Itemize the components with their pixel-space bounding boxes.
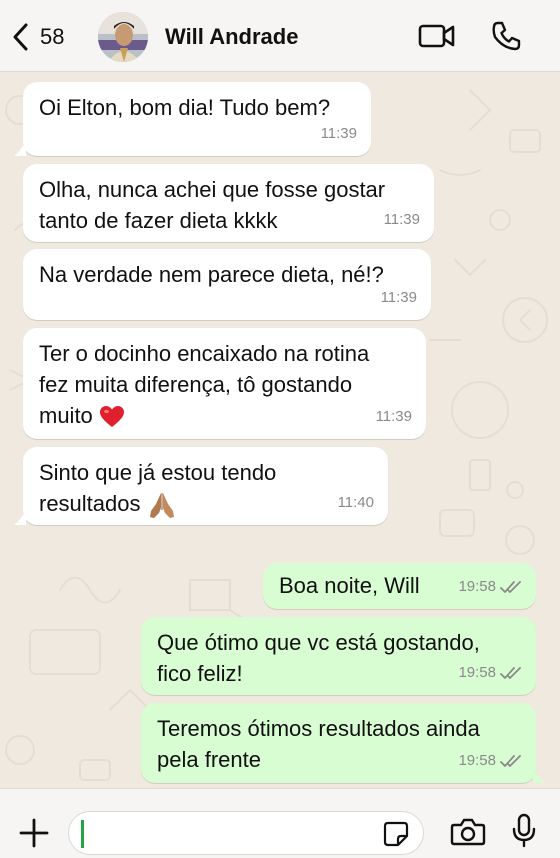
message-time: 11:40 — [337, 494, 374, 511]
message-text: Olha, nunca achei que fosse gostar — [39, 177, 386, 202]
message-text: Na verdade nem parece dieta, né!? — [39, 262, 384, 287]
message-text: Ter o docinho encaixado na rotina — [39, 341, 370, 366]
composer-bar — [0, 788, 560, 858]
outgoing-message[interactable]: Teremos ótimos resultados ainda pela fre… — [141, 703, 545, 783]
bubble-tail — [14, 140, 26, 156]
message-time: 11:39 — [320, 125, 357, 142]
outgoing-message[interactable]: Boa noite, Will 19:58 — [263, 563, 536, 609]
double-check-icon — [500, 666, 521, 679]
incoming-message[interactable]: Oi Elton, bom dia! Tudo bem? 11:39 — [14, 82, 371, 156]
back-button[interactable]: 58 — [10, 20, 64, 54]
message-input[interactable] — [68, 811, 424, 855]
video-call-button[interactable] — [418, 20, 456, 57]
outgoing-message[interactable]: Que ótimo que vc está gostando, fico fel… — [141, 617, 536, 695]
message-time: 19:58 — [458, 664, 496, 681]
bubble-tail — [14, 509, 26, 525]
plus-icon — [19, 818, 49, 848]
message-text: fez muita diferença, tô gostando — [39, 372, 353, 397]
camera-icon — [450, 818, 486, 846]
double-check-icon — [500, 754, 521, 767]
incoming-message[interactable]: Sinto que já estou tendo resultados 11:4… — [14, 447, 388, 525]
message-time: 19:58 — [458, 578, 496, 595]
text-caret — [81, 820, 84, 848]
message-text: Que ótimo que vc está gostando, — [157, 630, 480, 655]
message-time: 11:39 — [383, 211, 420, 228]
message-time: 19:58 — [458, 752, 496, 769]
heart-emoji — [99, 406, 124, 428]
unread-count: 58 — [40, 24, 65, 49]
microphone-button[interactable] — [510, 813, 538, 854]
message-time: 11:39 — [375, 408, 412, 425]
incoming-message[interactable]: Olha, nunca achei que fosse gostar tanto… — [23, 164, 434, 242]
message-text: muito — [39, 403, 93, 428]
sticker-button[interactable] — [383, 821, 409, 852]
message-text: Sinto que já estou tendo — [39, 460, 277, 485]
chat-header: 58 Will Andrade — [0, 0, 560, 72]
message-text: tanto de fazer dieta kkkk — [39, 208, 278, 233]
video-call-icon — [418, 24, 455, 48]
incoming-message[interactable]: Ter o docinho encaixado na rotina fez mu… — [23, 328, 426, 439]
attach-button[interactable] — [18, 817, 50, 854]
message-text: resultados — [39, 491, 141, 516]
sticker-icon — [383, 821, 409, 847]
voice-call-button[interactable] — [490, 20, 522, 57]
message-text: Teremos ótimos resultados ainda — [157, 716, 480, 741]
phone-icon — [492, 21, 521, 51]
microphone-icon — [512, 813, 536, 848]
avatar[interactable] — [98, 12, 148, 62]
chevron-left-icon — [13, 23, 28, 51]
message-text: Oi Elton, bom dia! Tudo bem? — [39, 95, 331, 120]
double-check-icon — [500, 580, 521, 593]
incoming-message[interactable]: Na verdade nem parece dieta, né!? 11:39 — [23, 249, 431, 320]
contact-photo — [98, 12, 148, 62]
bubble-tail — [533, 767, 545, 783]
contact-name[interactable]: Will Andrade — [165, 24, 298, 50]
message-time: 11:39 — [380, 289, 417, 306]
camera-button[interactable] — [450, 817, 486, 852]
folded-hands-emoji — [149, 493, 174, 519]
